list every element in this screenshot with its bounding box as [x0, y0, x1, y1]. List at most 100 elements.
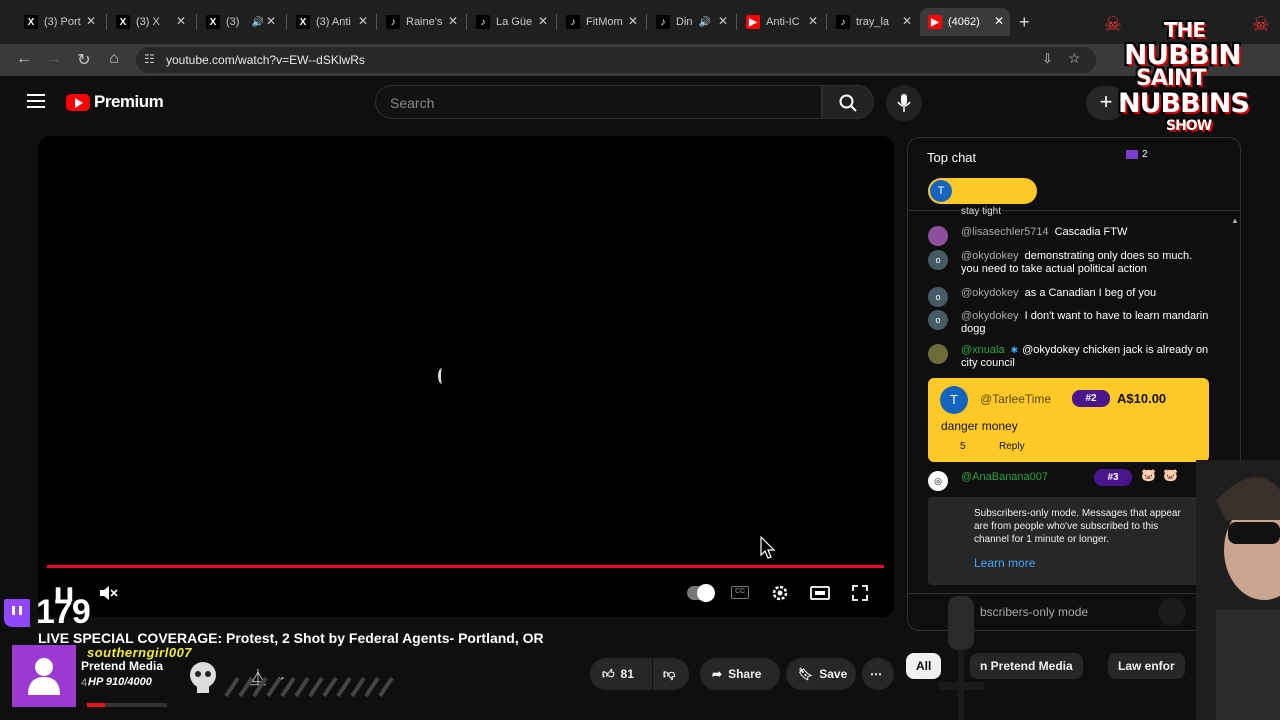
browser-tab[interactable]: ♪ Din 🔊 ✕	[648, 8, 734, 36]
new-tab-button[interactable]: +	[1019, 12, 1030, 33]
avatar: o	[928, 287, 948, 307]
avatar: T	[940, 386, 968, 414]
dislike-button[interactable]: 👎︎	[653, 658, 689, 690]
browser-tab[interactable]: ▶ Anti-IC ✕	[738, 8, 824, 36]
tiktok-icon: ♪	[566, 15, 580, 29]
search-icon	[839, 94, 857, 112]
browser-tab-active[interactable]: ▶ (4062) ✕	[920, 8, 1010, 36]
user-icon	[28, 658, 60, 695]
microphone-stand-image	[938, 596, 984, 720]
avatar	[928, 344, 948, 364]
youtube-logo-icon	[66, 93, 90, 111]
back-icon[interactable]: ←	[14, 50, 34, 68]
thumbs-down-icon: 👎︎	[663, 666, 676, 681]
menu-icon[interactable]	[27, 94, 45, 108]
channel-avatar[interactable]	[12, 645, 76, 707]
sticker-icon: 🐷	[1163, 468, 1178, 482]
share-button[interactable]: ➦ Share	[700, 658, 780, 690]
microphone-icon	[897, 94, 911, 112]
skull-icon: ☠	[1104, 14, 1122, 36]
super-chat-amount: A$10.00	[1117, 391, 1167, 406]
captions-icon[interactable]: CC	[731, 586, 749, 599]
close-icon[interactable]: ✕	[448, 14, 458, 28]
search-input[interactable]: Search	[375, 85, 822, 119]
browser-tab[interactable]: X (3) Port ✕	[16, 8, 102, 36]
forward-icon[interactable]: →	[44, 50, 64, 68]
close-icon[interactable]: ✕	[538, 14, 548, 28]
browser-tab[interactable]: X (3) X ✕	[108, 8, 192, 36]
speaker-icon: 🔊	[698, 16, 711, 28]
browser-tab[interactable]: ♪ La Güe ✕	[468, 8, 554, 36]
overlay-username: southerngirl007	[87, 645, 193, 660]
close-icon[interactable]: ✕	[902, 14, 912, 28]
video-title: LIVE SPECIAL COVERAGE: Protest, 2 Shot b…	[38, 630, 544, 646]
rank-badge: #3	[1094, 469, 1132, 486]
close-icon[interactable]: ✕	[266, 14, 276, 28]
browser-tab[interactable]: X (3) 🔊 ✕	[198, 8, 282, 36]
show-logo: THE NUBBIN SAINT NUBBINS SHOW ☠ ☠	[1104, 14, 1270, 134]
progress-bar[interactable]	[47, 565, 884, 568]
address-bar[interactable]: ☷ youtube.com/watch?v=EW--dSKlwRs ⇩ ☆	[136, 47, 1096, 73]
browser-tab[interactable]: ♪ tray_la ✕	[828, 8, 918, 36]
home-icon[interactable]: ⌂	[104, 50, 124, 68]
close-icon[interactable]: ✕	[358, 14, 368, 28]
voice-search-button[interactable]	[886, 85, 922, 121]
chip-topic[interactable]: Law enfor	[1108, 653, 1185, 679]
loading-spinner-icon	[438, 368, 446, 384]
autoplay-toggle[interactable]	[687, 584, 715, 602]
overlay-decoration-stripes	[224, 676, 394, 698]
speaker-icon: 🔊	[251, 16, 264, 28]
reload-icon[interactable]: ↻	[74, 50, 94, 70]
save-button[interactable]: 🔖︎ Save	[786, 658, 856, 690]
browser-tab[interactable]: ♪ Raine's ✕	[378, 8, 464, 36]
youtube-premium-logo[interactable]: Premium	[66, 92, 164, 112]
verified-badge-icon: ✱	[1010, 345, 1019, 355]
chat-mode-label: bscribers-only mode	[980, 605, 1089, 619]
x-icon: X	[296, 15, 310, 29]
pinned-supporter-pill[interactable]: T	[928, 178, 1037, 204]
x-icon: X	[206, 15, 220, 29]
avatar	[928, 226, 948, 246]
tiktok-icon: ♪	[836, 15, 850, 29]
theater-mode-icon[interactable]	[808, 583, 832, 603]
rank-badge: #2	[1072, 390, 1110, 407]
bookmark-star-icon[interactable]: ☆	[1068, 50, 1081, 67]
mute-icon[interactable]	[96, 583, 120, 603]
site-settings-icon[interactable]: ☷	[144, 52, 155, 66]
avatar: ◎	[928, 471, 948, 491]
install-icon[interactable]: ⇩	[1042, 51, 1053, 67]
emoji-button[interactable]	[1158, 598, 1186, 626]
close-icon[interactable]: ✕	[994, 14, 1004, 28]
browser-tab[interactable]: X (3) Anti ✕	[288, 8, 374, 36]
webcam-streamer-image	[1196, 460, 1280, 720]
super-chat-likes[interactable]: 5	[960, 441, 966, 452]
more-actions-button[interactable]: ⋯	[862, 658, 894, 690]
settings-gear-icon[interactable]	[768, 583, 792, 603]
chat-mode-title[interactable]: Top chat	[927, 150, 976, 165]
search-button[interactable]	[822, 85, 874, 119]
bookmark-icon: 🔖︎	[798, 667, 814, 681]
x-icon: X	[24, 15, 38, 29]
super-chat-card[interactable]: T @TarleeTime #2 A$10.00 danger money 5 …	[928, 378, 1209, 462]
url-text: youtube.com/watch?v=EW--dSKlwRs	[166, 53, 365, 67]
close-icon[interactable]: ✕	[176, 14, 186, 28]
chat-partial-message: stay tight	[961, 206, 1002, 217]
live-chat-panel: Top chat 2 T stay tight ▲ @lisasechler57…	[907, 137, 1241, 631]
close-icon[interactable]: ✕	[628, 14, 638, 28]
close-icon[interactable]: ✕	[808, 14, 818, 28]
like-button[interactable]: 👍︎ 81	[590, 658, 652, 690]
super-chat-reply-button[interactable]: Reply	[999, 441, 1025, 452]
learn-more-link[interactable]: Learn more	[974, 556, 1035, 570]
mouse-cursor-icon	[760, 536, 776, 559]
close-icon[interactable]: ✕	[86, 14, 96, 28]
overlay-hp-text: HP 910/4000	[88, 676, 152, 688]
avatar: o	[928, 250, 948, 270]
fullscreen-icon[interactable]	[848, 583, 872, 603]
browser-tab[interactable]: ♪ FitMom ✕	[558, 8, 644, 36]
close-icon[interactable]: ✕	[718, 14, 728, 28]
x-icon: X	[116, 15, 130, 29]
scroll-up-icon[interactable]: ▲	[1231, 216, 1239, 225]
youtube-masthead: Premium Search +	[0, 76, 1280, 130]
overlay-hp-bar	[87, 703, 167, 707]
channel-name[interactable]: Pretend Media	[81, 659, 163, 673]
